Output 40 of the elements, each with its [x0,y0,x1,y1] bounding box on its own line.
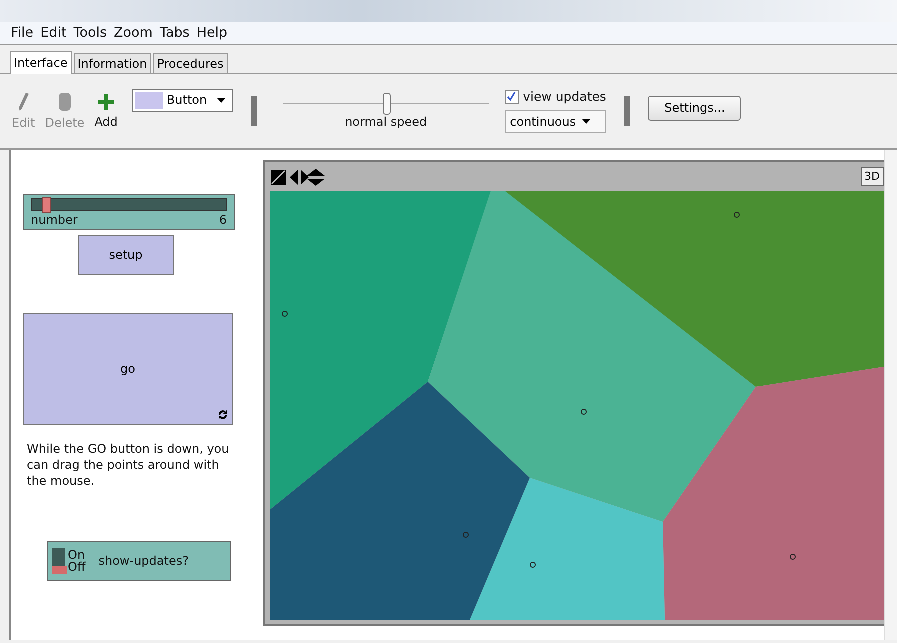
separator-bar [624,96,630,126]
caret-icon [217,98,226,102]
caret-icon [582,119,592,124]
pencil-icon [18,92,30,112]
plus-icon [98,93,114,111]
number-slider[interactable]: number 6 [23,194,235,230]
slider-label: number [31,213,78,227]
menu-item[interactable]: Help [196,25,228,41]
3d-button[interactable]: 3D [860,167,884,186]
update-mode-dropdown[interactable]: continuous [505,110,606,133]
tab[interactable]: Interface [10,51,72,74]
slider-thumb[interactable] [383,93,392,115]
tab[interactable]: Procedures [153,53,228,73]
switch-widget[interactable]: On Off show-updates? [47,541,231,581]
separator-bar [251,96,258,126]
menu-item[interactable]: Tools [74,25,108,41]
button-widget-icon [134,92,163,108]
speed-label: normal speed [345,115,428,129]
model-button[interactable]: go [23,313,233,425]
checkbox[interactable] [505,90,520,104]
scrollbar[interactable] [884,150,897,640]
note-text: While the GO button is down, you can drag the points around with the mouse. [27,441,230,489]
view-updates-checkbox[interactable]: view updates [505,89,606,104]
check-icon [506,90,518,102]
slider-value: 6 [219,213,227,227]
trash-icon [58,92,72,112]
menu-item[interactable]: File [11,25,34,41]
menu-item[interactable]: Tabs [160,25,190,41]
menu-item[interactable]: Edit [40,25,67,41]
settings-button[interactable]: Settings... [648,96,742,120]
tab[interactable]: Information [74,53,152,73]
off-label: Off [68,561,86,573]
switch-label: show-updates? [98,554,189,568]
on-label: On [68,549,86,561]
widget-type-dropdown[interactable]: Button [132,88,234,112]
menu-item[interactable]: Zoom [114,25,153,41]
toggle-switch[interactable] [52,548,65,574]
slider-handle[interactable] [42,197,51,213]
model-button[interactable]: setup [78,235,174,275]
tool-button[interactable]: Add [92,93,120,129]
